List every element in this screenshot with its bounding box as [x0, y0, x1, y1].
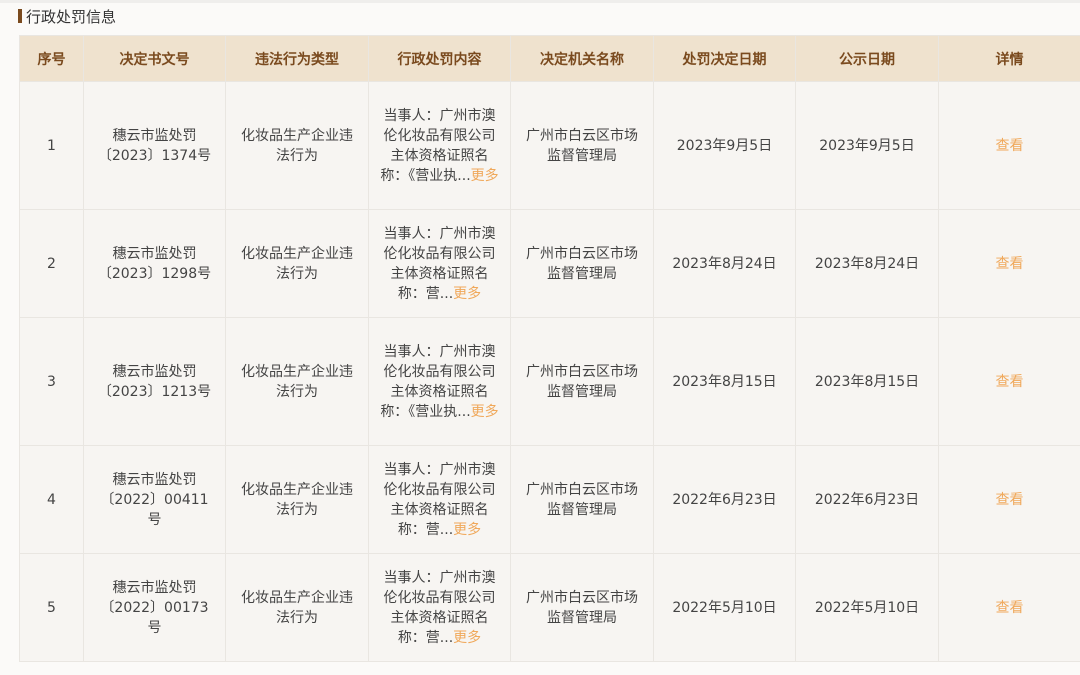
header-publish-date: 公示日期 [795, 35, 939, 82]
top-divider [0, 0, 1080, 3]
more-link[interactable]: 更多 [471, 404, 499, 420]
header-decision-date: 处罚决定日期 [653, 35, 796, 82]
header-doc-no: 决定书文号 [83, 35, 226, 82]
more-link[interactable]: 更多 [453, 286, 481, 302]
cell-violation-type: 化妆品生产企业违法行为 [225, 81, 369, 210]
view-detail-link[interactable]: 查看 [996, 256, 1024, 272]
cell-detail: 查看 [938, 209, 1080, 318]
cell-violation-type: 化妆品生产企业违法行为 [225, 553, 369, 662]
header-org: 决定机关名称 [510, 35, 654, 82]
cell-index: 5 [19, 553, 84, 662]
cell-index: 2 [19, 209, 84, 318]
cell-detail: 查看 [938, 81, 1080, 210]
cell-org: 广州市白云区市场监督管理局 [510, 81, 654, 210]
cell-index: 3 [19, 317, 84, 446]
view-detail-link[interactable]: 查看 [996, 138, 1024, 154]
cell-doc-no: 穗云市监处罚〔2022〕00411号 [83, 445, 226, 554]
cell-publish-date: 2022年5月10日 [795, 553, 939, 662]
cell-content: 当事人：广州市澳伦化妆品有限公司主体资格证照名称：《营业执...更多 [368, 317, 511, 446]
table-row: 3 穗云市监处罚〔2023〕1213号 化妆品生产企业违法行为 当事人：广州市澳… [19, 317, 1080, 446]
more-link[interactable]: 更多 [453, 522, 481, 538]
penalty-table-wrapper: 序号 决定书文号 违法行为类型 行政处罚内容 决定机关名称 处罚决定日期 公示日… [19, 35, 1080, 662]
table-row: 4 穗云市监处罚〔2022〕00411号 化妆品生产企业违法行为 当事人：广州市… [19, 445, 1080, 554]
cell-org: 广州市白云区市场监督管理局 [510, 317, 654, 446]
cell-detail: 查看 [938, 553, 1080, 662]
cell-content: 当事人：广州市澳伦化妆品有限公司主体资格证照名称：《营业执...更多 [368, 81, 511, 210]
view-detail-link[interactable]: 查看 [996, 492, 1024, 508]
cell-decision-date: 2023年8月24日 [653, 209, 796, 318]
cell-org: 广州市白云区市场监督管理局 [510, 553, 654, 662]
more-link[interactable]: 更多 [471, 168, 499, 184]
cell-decision-date: 2022年6月23日 [653, 445, 796, 554]
table-row: 1 穗云市监处罚〔2023〕1374号 化妆品生产企业违法行为 当事人：广州市澳… [19, 81, 1080, 210]
cell-violation-type: 化妆品生产企业违法行为 [225, 445, 369, 554]
section-title: 行政处罚信息 [18, 6, 116, 26]
cell-decision-date: 2023年9月5日 [653, 81, 796, 210]
cell-doc-no: 穗云市监处罚〔2023〕1374号 [83, 81, 226, 210]
cell-index: 4 [19, 445, 84, 554]
cell-publish-date: 2023年8月15日 [795, 317, 939, 446]
table-row: 5 穗云市监处罚〔2022〕00173号 化妆品生产企业违法行为 当事人：广州市… [19, 553, 1080, 662]
section-title-text: 行政处罚信息 [26, 7, 117, 26]
header-violation-type: 违法行为类型 [225, 35, 369, 82]
cell-publish-date: 2023年8月24日 [795, 209, 939, 318]
cell-doc-no: 穗云市监处罚〔2023〕1298号 [83, 209, 226, 318]
view-detail-link[interactable]: 查看 [996, 600, 1024, 616]
header-detail: 详情 [938, 35, 1080, 82]
cell-publish-date: 2022年6月23日 [795, 445, 939, 554]
cell-org: 广州市白云区市场监督管理局 [510, 209, 654, 318]
cell-detail: 查看 [938, 317, 1080, 446]
cell-content: 当事人：广州市澳伦化妆品有限公司主体资格证照名称：营...更多 [368, 209, 511, 318]
title-marker [18, 9, 22, 23]
view-detail-link[interactable]: 查看 [996, 374, 1024, 390]
header-index: 序号 [19, 35, 84, 82]
cell-decision-date: 2023年8月15日 [653, 317, 796, 446]
cell-doc-no: 穗云市监处罚〔2023〕1213号 [83, 317, 226, 446]
table-header-row: 序号 决定书文号 违法行为类型 行政处罚内容 决定机关名称 处罚决定日期 公示日… [19, 35, 1080, 82]
cell-detail: 查看 [938, 445, 1080, 554]
cell-violation-type: 化妆品生产企业违法行为 [225, 317, 369, 446]
cell-decision-date: 2022年5月10日 [653, 553, 796, 662]
cell-publish-date: 2023年9月5日 [795, 81, 939, 210]
header-content: 行政处罚内容 [368, 35, 511, 82]
cell-doc-no: 穗云市监处罚〔2022〕00173号 [83, 553, 226, 662]
more-link[interactable]: 更多 [453, 630, 481, 646]
penalty-table: 序号 决定书文号 违法行为类型 行政处罚内容 决定机关名称 处罚决定日期 公示日… [19, 35, 1080, 662]
cell-index: 1 [19, 81, 84, 210]
cell-violation-type: 化妆品生产企业违法行为 [225, 209, 369, 318]
cell-content: 当事人：广州市澳伦化妆品有限公司主体资格证照名称：营...更多 [368, 553, 511, 662]
cell-org: 广州市白云区市场监督管理局 [510, 445, 654, 554]
cell-content: 当事人：广州市澳伦化妆品有限公司主体资格证照名称：营...更多 [368, 445, 511, 554]
table-row: 2 穗云市监处罚〔2023〕1298号 化妆品生产企业违法行为 当事人：广州市澳… [19, 209, 1080, 318]
